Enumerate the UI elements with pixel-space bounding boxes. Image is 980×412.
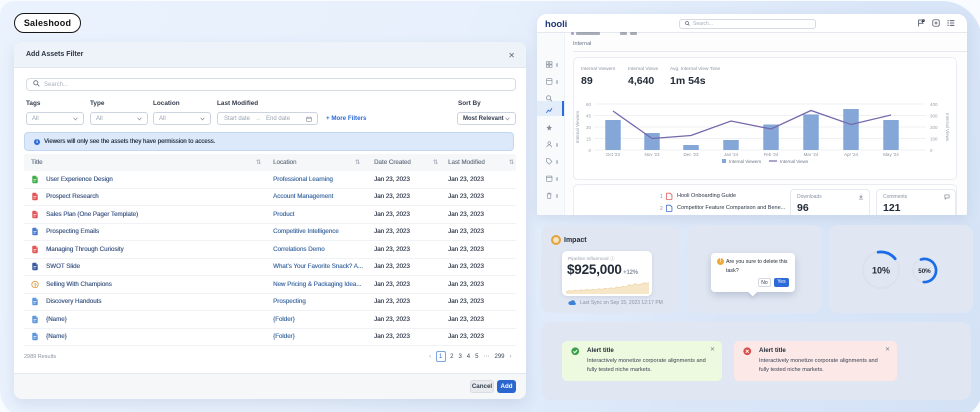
svg-text:200: 200 <box>930 125 938 130</box>
svg-text:Internal Views: Internal Views <box>945 113 950 142</box>
svg-text:Nov '23: Nov '23 <box>644 152 660 157</box>
svg-text:Dec '23: Dec '23 <box>683 152 699 157</box>
svg-text:Mar '24: Mar '24 <box>804 152 819 157</box>
svg-text:10%: 10% <box>872 265 890 275</box>
svg-text:30: 30 <box>586 125 592 130</box>
svg-text:Internal Views: Internal Views <box>780 159 809 164</box>
svg-text:50%: 50% <box>918 268 931 275</box>
svg-text:100: 100 <box>930 137 938 142</box>
svg-text:?: ? <box>34 282 37 287</box>
svg-text:0: 0 <box>930 148 933 153</box>
svg-text:15: 15 <box>586 137 592 142</box>
svg-text:Feb '24: Feb '24 <box>764 152 779 157</box>
svg-text:45: 45 <box>586 114 592 119</box>
svg-text:Internal Viewers: Internal Viewers <box>575 110 580 143</box>
svg-text:60: 60 <box>586 102 592 107</box>
svg-text:May '24: May '24 <box>883 152 899 157</box>
svg-text:0: 0 <box>588 148 591 153</box>
svg-text:Jan '24: Jan '24 <box>724 152 739 157</box>
svg-text:Internal Viewers: Internal Viewers <box>729 159 762 164</box>
svg-text:Oct '23: Oct '23 <box>606 152 621 157</box>
svg-text:300: 300 <box>930 114 938 119</box>
svg-text:400: 400 <box>930 102 938 107</box>
svg-text:Apr '24: Apr '24 <box>844 152 859 157</box>
